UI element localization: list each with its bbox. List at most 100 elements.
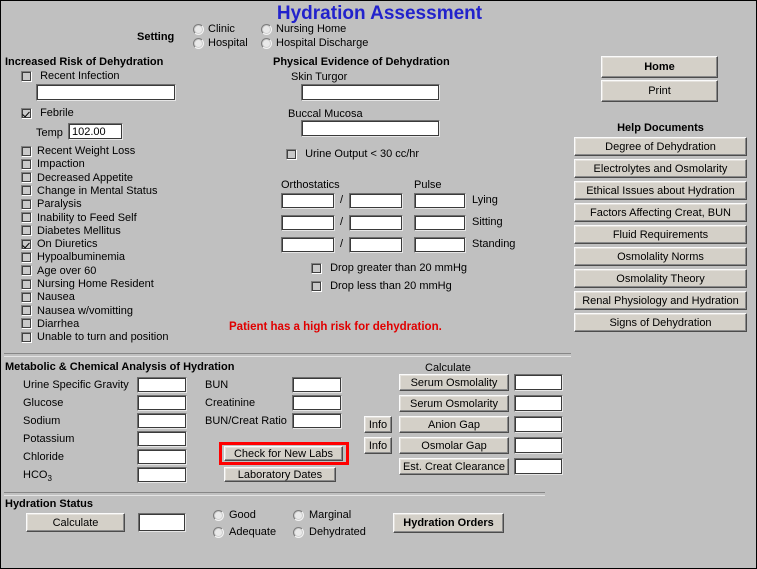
- impaction-checkbox-box[interactable]: [21, 158, 32, 170]
- paralysis-checkbox-box[interactable]: [21, 198, 32, 210]
- lab-input-creatinine[interactable]: [292, 395, 342, 411]
- diastolic-input-lying[interactable]: [349, 193, 403, 209]
- help-doc-ethical-issues-about-hydration[interactable]: Ethical Issues about Hydration: [574, 181, 747, 200]
- checkbox-recent-weight-loss[interactable]: Recent Weight Loss: [21, 145, 135, 157]
- calculate-result-serum-osmolality[interactable]: [514, 374, 563, 391]
- temp-input[interactable]: [68, 123, 123, 140]
- lab-input-bun-creat-ratio[interactable]: [292, 413, 342, 429]
- systolic-input-lying[interactable]: [281, 193, 335, 209]
- status-option-adequate[interactable]: Adequate: [213, 526, 276, 538]
- calculate-result-serum-osmolarity[interactable]: [514, 395, 563, 412]
- diabetes-mellitus-checkbox-box[interactable]: [21, 225, 32, 237]
- lab-input-hco[interactable]: [137, 467, 187, 483]
- checkbox-nausea[interactable]: Nausea: [21, 291, 75, 303]
- checkbox-inability-to-feed-self[interactable]: Inability to Feed Self: [21, 212, 137, 224]
- recent-infection-checkbox-box[interactable]: [21, 70, 32, 82]
- checkbox-on-diuretics[interactable]: On Diuretics: [21, 238, 98, 250]
- checkbox-unable-to-turn-and-position[interactable]: Unable to turn and position: [21, 331, 168, 343]
- checkbox-urine-output[interactable]: Urine Output < 30 cc/hr: [286, 148, 419, 160]
- drop-less-checkbox-box[interactable]: [311, 280, 322, 292]
- checkbox-age-over-60[interactable]: Age over 60: [21, 265, 96, 277]
- laboratory-dates-button[interactable]: Laboratory Dates: [224, 467, 336, 482]
- lab-input-potassium[interactable]: [137, 431, 187, 447]
- info-button-anion-gap[interactable]: Info: [364, 416, 392, 433]
- decreased-appetite-checkbox-box[interactable]: [21, 172, 32, 184]
- calculate-result-anion-gap[interactable]: [514, 416, 563, 433]
- radio-clinic[interactable]: [193, 23, 204, 35]
- lab-input-urine-specific-gravity[interactable]: [137, 377, 187, 393]
- unable-to-turn-and-position-checkbox-box[interactable]: [21, 331, 32, 343]
- checkbox-recent-infection[interactable]: Recent Infection: [21, 70, 120, 82]
- help-doc-osmolality-norms[interactable]: Osmolality Norms: [574, 247, 747, 266]
- lab-input-sodium[interactable]: [137, 413, 187, 429]
- age-over-60-checkbox-box[interactable]: [21, 265, 32, 277]
- checkbox-diabetes-mellitus[interactable]: Diabetes Mellitus: [21, 225, 121, 237]
- print-button[interactable]: Print: [601, 80, 718, 102]
- help-doc-factors-affecting-creat-bun[interactable]: Factors Affecting Creat, BUN: [574, 203, 747, 222]
- checkbox-nausea-w-vomitting[interactable]: Nausea w/vomitting: [21, 305, 133, 317]
- drop-greater-checkbox-box[interactable]: [311, 262, 322, 274]
- status-calculate-button[interactable]: Calculate: [26, 513, 125, 532]
- status-option-dehydrated[interactable]: Dehydrated: [293, 526, 366, 538]
- nursing-home-resident-checkbox-box[interactable]: [21, 278, 32, 290]
- setting-option-nursing-home[interactable]: Nursing Home: [261, 23, 346, 35]
- setting-option-clinic[interactable]: Clinic: [193, 23, 235, 35]
- help-doc-degree-of-dehydration[interactable]: Degree of Dehydration: [574, 137, 747, 156]
- checkbox-diarrhea[interactable]: Diarrhea: [21, 318, 79, 330]
- status-result-input[interactable]: [138, 513, 186, 532]
- lab-input-chloride[interactable]: [137, 449, 187, 465]
- nausea-checkbox-box[interactable]: [21, 291, 32, 303]
- recent-infection-input[interactable]: [36, 84, 176, 101]
- help-doc-fluid-requirements[interactable]: Fluid Requirements: [574, 225, 747, 244]
- home-button[interactable]: Home: [601, 56, 718, 78]
- radio-dehydrated[interactable]: [293, 526, 304, 538]
- checkbox-drop-greater[interactable]: Drop greater than 20 mmHg: [311, 262, 467, 274]
- info-button-osmolar-gap[interactable]: Info: [364, 437, 392, 454]
- checkbox-impaction[interactable]: Impaction: [21, 158, 85, 170]
- hydration-orders-button[interactable]: Hydration Orders: [393, 513, 504, 533]
- check-for-new-labs-button[interactable]: Check for New Labs: [224, 446, 343, 461]
- help-doc-osmolality-theory[interactable]: Osmolality Theory: [574, 269, 747, 288]
- buccal-mucosa-input[interactable]: [301, 120, 440, 137]
- checkbox-febrile[interactable]: Febrile: [21, 107, 74, 119]
- febrile-checkbox-box[interactable]: [21, 107, 32, 119]
- lab-input-glucose[interactable]: [137, 395, 187, 411]
- systolic-input-sitting[interactable]: [281, 215, 335, 231]
- pulse-input-sitting[interactable]: [414, 215, 466, 231]
- skin-turgor-input[interactable]: [301, 84, 440, 101]
- radio-good[interactable]: [213, 509, 224, 521]
- calculate-button-est-creat-clearance[interactable]: Est. Creat Clearance: [399, 458, 509, 475]
- urine-output-checkbox-box[interactable]: [286, 148, 297, 160]
- calculate-button-serum-osmolality[interactable]: Serum Osmolality: [399, 374, 509, 391]
- status-option-good[interactable]: Good: [213, 509, 256, 521]
- calculate-button-anion-gap[interactable]: Anion Gap: [399, 416, 509, 433]
- calculate-result-est-creat-clearance[interactable]: [514, 458, 563, 475]
- setting-option-hospital[interactable]: Hospital: [193, 37, 248, 49]
- nausea-w-vomitting-checkbox-box[interactable]: [21, 305, 32, 317]
- status-option-marginal[interactable]: Marginal: [293, 509, 351, 521]
- systolic-input-standing[interactable]: [281, 237, 335, 253]
- radio-hospital-discharge[interactable]: [261, 37, 272, 49]
- checkbox-hypoalbuminemia[interactable]: Hypoalbuminemia: [21, 251, 125, 263]
- setting-option-hospital-discharge[interactable]: Hospital Discharge: [261, 37, 368, 49]
- recent-weight-loss-checkbox-box[interactable]: [21, 145, 32, 157]
- radio-marginal[interactable]: [293, 509, 304, 521]
- help-doc-renal-physiology-and-hydration[interactable]: Renal Physiology and Hydration: [574, 291, 747, 310]
- on-diuretics-checkbox-box[interactable]: [21, 238, 32, 250]
- checkbox-drop-less[interactable]: Drop less than 20 mmHg: [311, 280, 452, 292]
- change-in-mental-status-checkbox-box[interactable]: [21, 185, 32, 197]
- help-doc-signs-of-dehydration[interactable]: Signs of Dehydration: [574, 313, 747, 332]
- radio-nursing-home[interactable]: [261, 23, 272, 35]
- lab-input-bun[interactable]: [292, 377, 342, 393]
- diarrhea-checkbox-box[interactable]: [21, 318, 32, 330]
- pulse-input-lying[interactable]: [414, 193, 466, 209]
- checkbox-nursing-home-resident[interactable]: Nursing Home Resident: [21, 278, 154, 290]
- pulse-input-standing[interactable]: [414, 237, 466, 253]
- calculate-button-osmolar-gap[interactable]: Osmolar Gap: [399, 437, 509, 454]
- checkbox-change-in-mental-status[interactable]: Change in Mental Status: [21, 185, 157, 197]
- help-doc-electrolytes-and-osmolarity[interactable]: Electrolytes and Osmolarity: [574, 159, 747, 178]
- checkbox-decreased-appetite[interactable]: Decreased Appetite: [21, 172, 133, 184]
- checkbox-paralysis[interactable]: Paralysis: [21, 198, 82, 210]
- diastolic-input-sitting[interactable]: [349, 215, 403, 231]
- calculate-button-serum-osmolarity[interactable]: Serum Osmolarity: [399, 395, 509, 412]
